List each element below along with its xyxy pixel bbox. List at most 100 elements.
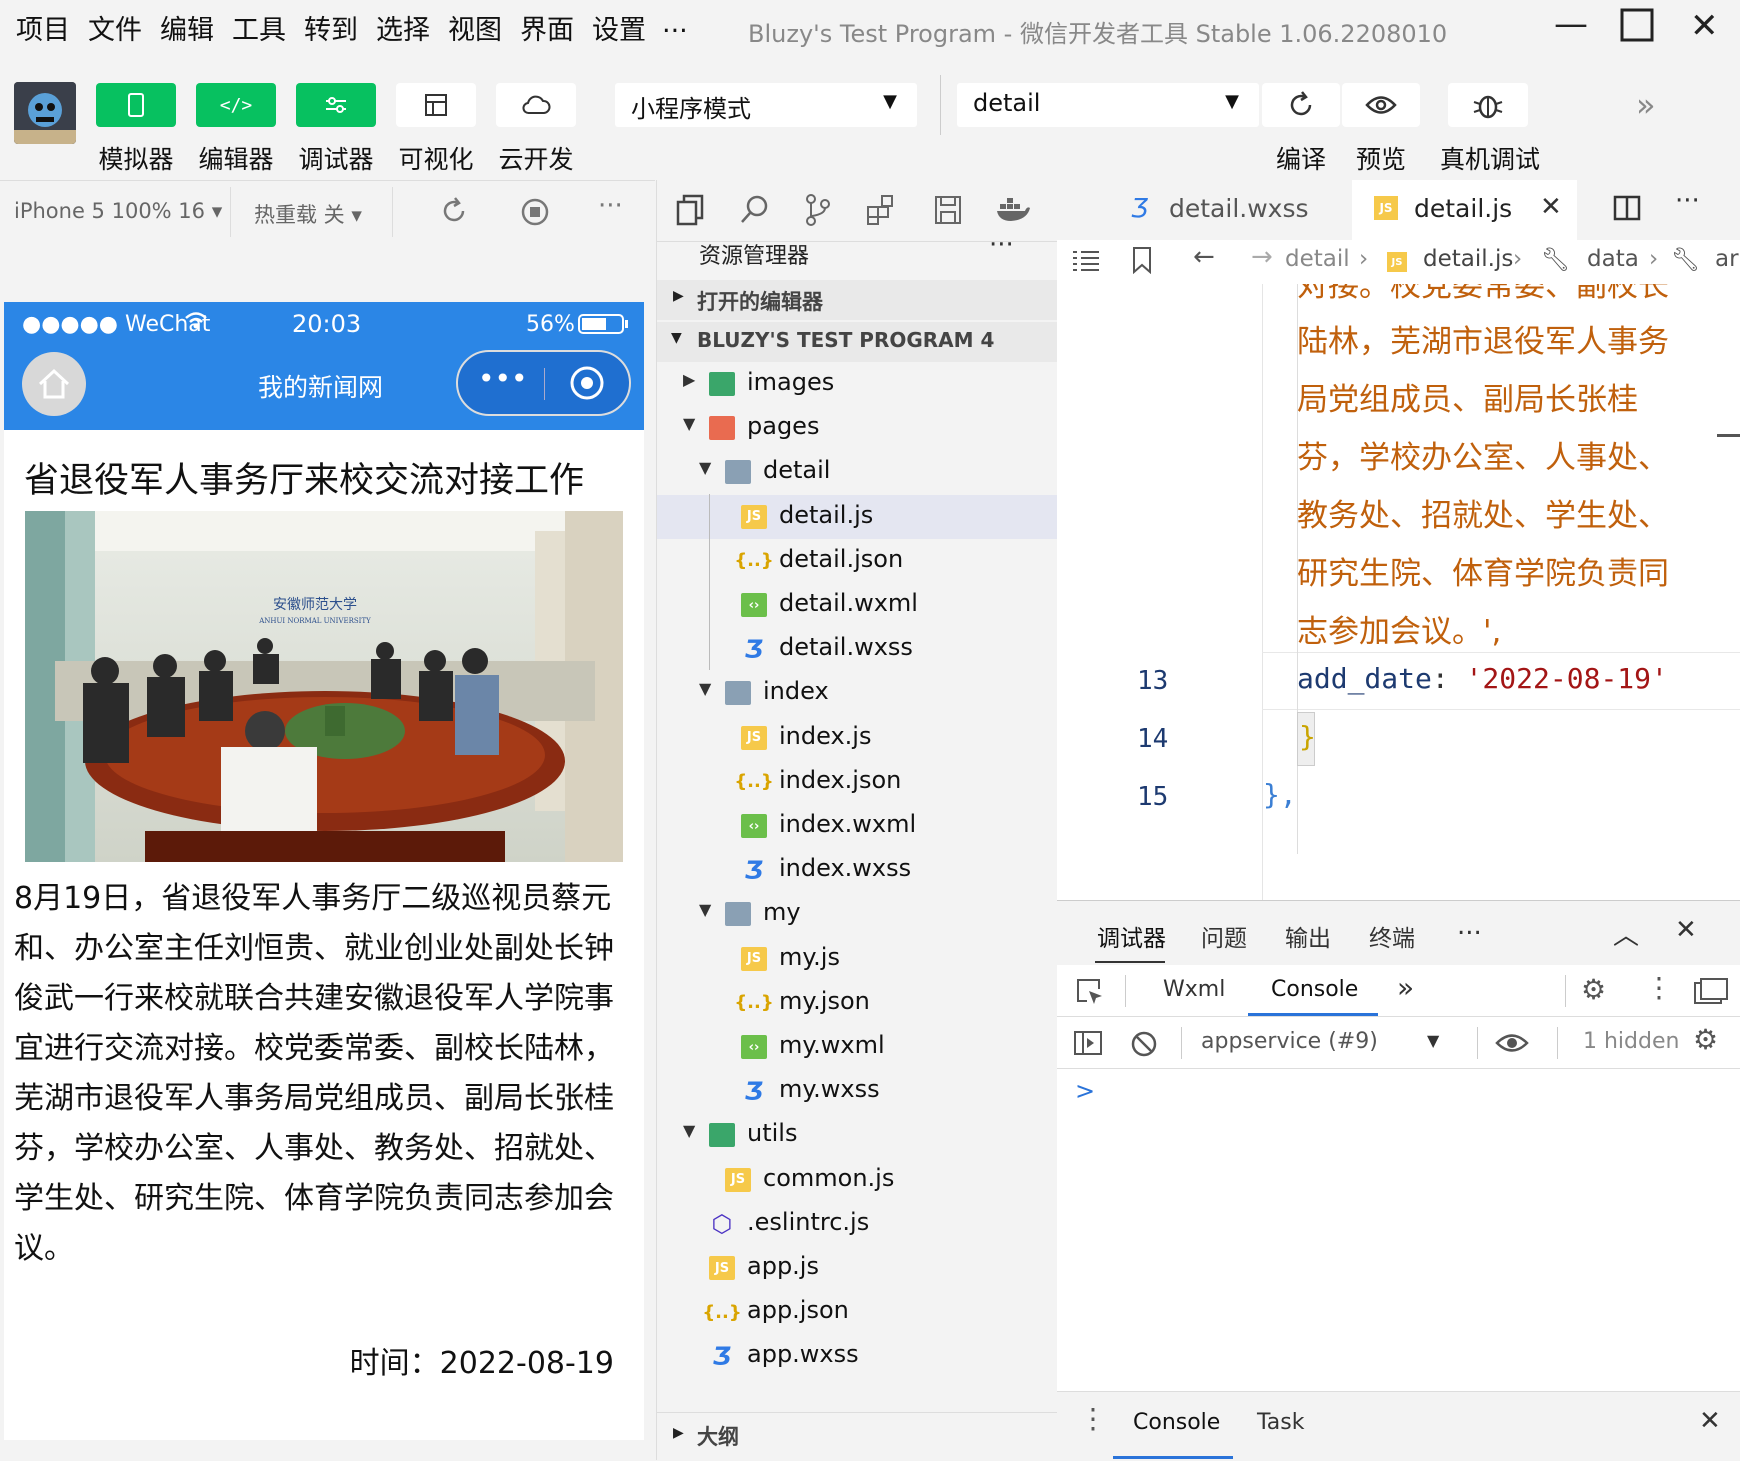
page-select[interactable]: detail ▼ bbox=[957, 83, 1259, 127]
tree-item[interactable]: ‹› detail.wxml bbox=[657, 583, 1057, 627]
list-icon[interactable] bbox=[1071, 248, 1101, 280]
docker-icon[interactable] bbox=[995, 194, 1031, 230]
tab-problems[interactable]: 问题 bbox=[1201, 919, 1247, 953]
breadcrumb-folder[interactable]: detail bbox=[1285, 246, 1350, 272]
files-icon[interactable] bbox=[675, 194, 705, 230]
capsule-close-icon[interactable] bbox=[568, 364, 606, 406]
console-prompt[interactable]: > bbox=[1075, 1077, 1095, 1105]
code-line[interactable]: 志参加会议。', bbox=[1297, 606, 1501, 651]
mode-select[interactable]: 小程序模式 ▼ bbox=[615, 83, 917, 127]
debug-more-icon[interactable]: ... bbox=[1457, 911, 1482, 941]
gear-icon[interactable]: ⚙ bbox=[1581, 973, 1606, 1006]
hot-reload-toggle[interactable]: 热重载 关 ▾ bbox=[254, 199, 362, 229]
debugger-button[interactable] bbox=[296, 83, 376, 127]
code-line-14[interactable]: } bbox=[1299, 720, 1316, 753]
tree-item[interactable]: Ʒdetail.wxss bbox=[657, 627, 1057, 671]
tree-item[interactable]: Ʒapp.wxss bbox=[657, 1334, 1057, 1378]
menu-goto[interactable]: 转到 bbox=[304, 8, 358, 47]
chevron-down-icon[interactable]: ▼ bbox=[699, 679, 711, 698]
tree-item[interactable]: {..} my.json bbox=[657, 981, 1057, 1025]
menu-edit[interactable]: 编辑 bbox=[160, 8, 214, 47]
tree-item[interactable]: ▶ images bbox=[657, 362, 1057, 406]
drawer-tab-task[interactable]: Task bbox=[1257, 1410, 1304, 1435]
context-select[interactable]: appservice (#9) ▼ bbox=[1201, 1027, 1451, 1061]
code-line[interactable]: 芬，学校办公室、人事处、 bbox=[1297, 432, 1669, 477]
tab-detail-js[interactable]: JS detail.js ✕ bbox=[1352, 180, 1577, 240]
tab-wxml[interactable]: Wxml bbox=[1163, 977, 1225, 1002]
tab-terminal[interactable]: 终端 bbox=[1369, 919, 1415, 953]
clear-console-icon[interactable] bbox=[1129, 1029, 1159, 1063]
code-line[interactable]: 陆林，芜湖市退役军人事务 bbox=[1297, 316, 1669, 361]
menu-interface[interactable]: 界面 bbox=[520, 8, 574, 47]
tab-output[interactable]: 输出 bbox=[1285, 919, 1331, 953]
tree-item[interactable]: JS app.js bbox=[657, 1246, 1057, 1290]
tree-item[interactable]: {..} index.json bbox=[657, 760, 1057, 804]
menu-select[interactable]: 选择 bbox=[376, 8, 430, 47]
save-icon[interactable] bbox=[933, 194, 963, 230]
menu-view[interactable]: 视图 bbox=[448, 8, 502, 47]
tree-item[interactable]: {..} app.json bbox=[657, 1290, 1057, 1334]
maximize-icon[interactable] bbox=[1620, 8, 1654, 51]
editor-more-icon[interactable]: ··· bbox=[1675, 186, 1700, 216]
avatar[interactable] bbox=[14, 82, 76, 144]
code-line[interactable]: 教务处、招就处、学生处、 bbox=[1297, 490, 1669, 535]
forward-arrow-icon[interactable]: → bbox=[1251, 242, 1273, 272]
stop-icon[interactable] bbox=[520, 197, 550, 231]
breadcrumb-symbol[interactable]: data bbox=[1587, 246, 1639, 272]
tree-item[interactable]: ▼ utils bbox=[657, 1113, 1057, 1157]
more-chevron-icon[interactable]: » bbox=[1636, 86, 1656, 124]
project-section[interactable]: ▼ BLUZY'S TEST PROGRAM 4 bbox=[657, 322, 1057, 362]
code-line[interactable]: 对接。校党委常委、副校长 bbox=[1297, 284, 1669, 305]
close-icon[interactable]: ✕ bbox=[1690, 6, 1719, 46]
back-arrow-icon[interactable]: ← bbox=[1193, 242, 1215, 272]
visual-button[interactable] bbox=[396, 83, 476, 127]
close-panel-icon[interactable]: ✕ bbox=[1675, 915, 1697, 945]
capsule-more-icon[interactable]: ••• bbox=[478, 362, 528, 395]
scrollbar-thumb[interactable] bbox=[1717, 434, 1740, 437]
reload-icon[interactable] bbox=[440, 197, 468, 229]
tree-item[interactable]: JS detail.js bbox=[657, 494, 1057, 539]
simulator-button[interactable] bbox=[96, 83, 176, 127]
drawer-menu-icon[interactable]: ⋮ bbox=[1079, 1402, 1107, 1435]
tab-console[interactable]: Console bbox=[1271, 977, 1358, 1002]
tree-item[interactable]: Ʒindex.wxss bbox=[657, 848, 1057, 892]
breadcrumb-file[interactable]: detail.js bbox=[1423, 246, 1513, 272]
search-icon[interactable] bbox=[739, 194, 769, 230]
tree-item[interactable]: JS common.js bbox=[657, 1158, 1057, 1202]
inspect-icon[interactable] bbox=[1075, 977, 1105, 1011]
chevron-down-icon[interactable]: ▼ bbox=[699, 458, 711, 477]
chevron-down-icon[interactable]: ▼ bbox=[699, 900, 711, 919]
split-editor-icon[interactable] bbox=[1613, 194, 1641, 226]
menu-settings[interactable]: 设置 bbox=[592, 8, 646, 47]
home-button[interactable] bbox=[22, 352, 86, 416]
preview-button[interactable] bbox=[1342, 83, 1420, 127]
device-select[interactable]: iPhone 5 100% 16 ▾ bbox=[14, 199, 222, 223]
tree-item[interactable]: ▼ my bbox=[657, 892, 1057, 936]
code-line[interactable]: 局党组成员、副局长张桂 bbox=[1297, 374, 1638, 419]
open-editors-section[interactable]: ▶ 打开的编辑器 bbox=[657, 280, 1057, 320]
chevron-down-icon[interactable]: ▼ bbox=[683, 1121, 695, 1140]
chevron-right-icon[interactable]: ▶ bbox=[683, 370, 695, 389]
eye-icon[interactable] bbox=[1495, 1031, 1529, 1059]
tree-item[interactable]: Ʒmy.wxss bbox=[657, 1069, 1057, 1113]
compile-button[interactable] bbox=[1262, 83, 1340, 127]
extensions-icon[interactable] bbox=[865, 194, 897, 230]
code-line[interactable]: 研究生院、体育学院负责同 bbox=[1297, 548, 1669, 593]
tree-item[interactable]: {..} detail.json bbox=[657, 539, 1057, 583]
menu-project[interactable]: 项目 bbox=[16, 8, 70, 47]
tab-close-icon[interactable]: ✕ bbox=[1540, 192, 1562, 222]
sidebar-toggle-icon[interactable] bbox=[1073, 1029, 1103, 1061]
tree-item[interactable]: JS my.js bbox=[657, 937, 1057, 981]
tree-item[interactable]: ⬡ .eslintrc.js bbox=[657, 1202, 1057, 1246]
console-settings-icon[interactable]: ⚙ bbox=[1693, 1023, 1718, 1056]
explorer-more-icon[interactable]: ··· bbox=[989, 230, 1014, 260]
minimize-icon[interactable]: — bbox=[1554, 4, 1588, 44]
code-line-13[interactable]: add_date: '2022-08-19' bbox=[1297, 662, 1668, 695]
chevron-down-icon[interactable]: ▼ bbox=[683, 414, 695, 433]
tree-item[interactable]: ‹› my.wxml bbox=[657, 1025, 1057, 1069]
code-line-15[interactable]: }, bbox=[1263, 778, 1297, 811]
more-icon[interactable]: ··· bbox=[598, 191, 623, 221]
bookmark-icon[interactable] bbox=[1131, 246, 1153, 280]
device-debug-button[interactable] bbox=[1448, 83, 1528, 127]
menu-more[interactable]: ... bbox=[662, 8, 688, 39]
